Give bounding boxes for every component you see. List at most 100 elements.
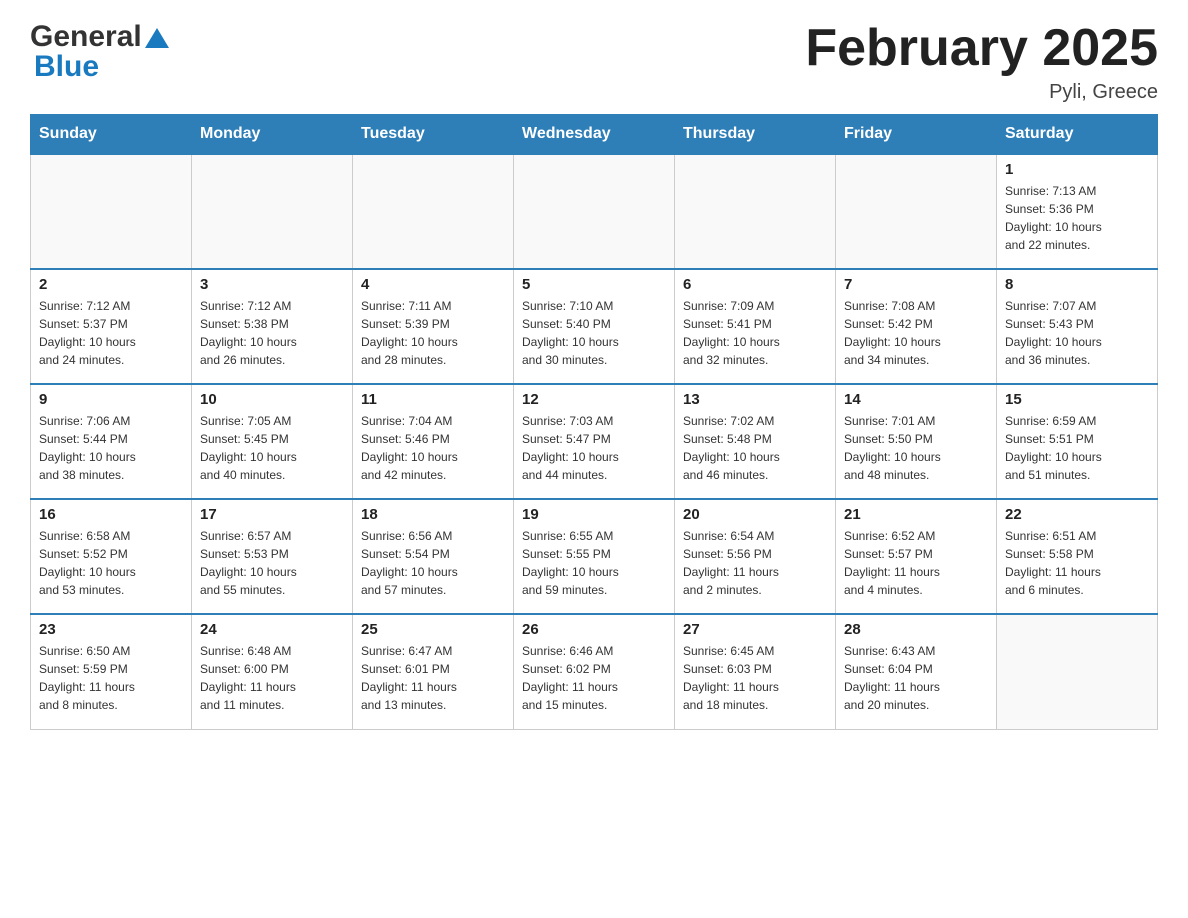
day-info: Sunrise: 7:06 AM Sunset: 5:44 PM Dayligh… [39, 412, 183, 484]
day-info: Sunrise: 6:55 AM Sunset: 5:55 PM Dayligh… [522, 527, 666, 599]
day-number: 14 [844, 391, 988, 408]
calendar-week-row: 16 Sunrise: 6:58 AM Sunset: 5:52 PM Dayli… [31, 499, 1158, 614]
day-number: 13 [683, 391, 827, 408]
day-of-week-header: Tuesday [353, 115, 514, 155]
day-number: 11 [361, 391, 505, 408]
calendar-cell: 25 Sunrise: 6:47 AM Sunset: 6:01 PM Dayli… [353, 614, 514, 729]
calendar-cell [514, 154, 675, 269]
day-info: Sunrise: 7:12 AM Sunset: 5:38 PM Dayligh… [200, 297, 344, 369]
day-number: 1 [1005, 161, 1149, 178]
calendar-week-row: 1 Sunrise: 7:13 AM Sunset: 5:36 PM Daylig… [31, 154, 1158, 269]
calendar-cell [836, 154, 997, 269]
day-number: 17 [200, 506, 344, 523]
calendar-cell: 5 Sunrise: 7:10 AM Sunset: 5:40 PM Daylig… [514, 269, 675, 384]
day-number: 28 [844, 621, 988, 638]
day-info: Sunrise: 6:59 AM Sunset: 5:51 PM Dayligh… [1005, 412, 1149, 484]
day-of-week-header: Sunday [31, 115, 192, 155]
day-info: Sunrise: 6:43 AM Sunset: 6:04 PM Dayligh… [844, 642, 988, 714]
day-number: 9 [39, 391, 183, 408]
day-number: 6 [683, 276, 827, 293]
calendar-cell: 28 Sunrise: 6:43 AM Sunset: 6:04 PM Dayli… [836, 614, 997, 729]
day-number: 23 [39, 621, 183, 638]
calendar-header-row: SundayMondayTuesdayWednesdayThursdayFrid… [31, 115, 1158, 155]
day-of-week-header: Wednesday [514, 115, 675, 155]
calendar-cell: 24Sunrise: 6:48 AM Sunset: 6:00 PM Dayli… [192, 614, 353, 729]
calendar-cell: 11 Sunrise: 7:04 AM Sunset: 5:46 PM Dayli… [353, 384, 514, 499]
calendar-week-row: 9 Sunrise: 7:06 AM Sunset: 5:44 PM Daylig… [31, 384, 1158, 499]
calendar-cell: 26Sunrise: 6:46 AM Sunset: 6:02 PM Dayli… [514, 614, 675, 729]
day-number: 19 [522, 506, 666, 523]
day-info: Sunrise: 7:02 AM Sunset: 5:48 PM Dayligh… [683, 412, 827, 484]
day-info: Sunrise: 6:52 AM Sunset: 5:57 PM Dayligh… [844, 527, 988, 599]
day-number: 18 [361, 506, 505, 523]
day-info: Sunrise: 7:08 AM Sunset: 5:42 PM Dayligh… [844, 297, 988, 369]
logo: General Blue [30, 20, 169, 84]
calendar-cell: 2Sunrise: 7:12 AM Sunset: 5:37 PM Daylig… [31, 269, 192, 384]
day-info: Sunrise: 7:10 AM Sunset: 5:40 PM Dayligh… [522, 297, 666, 369]
day-info: Sunrise: 7:12 AM Sunset: 5:37 PM Dayligh… [39, 297, 183, 369]
calendar-cell: 4 Sunrise: 7:11 AM Sunset: 5:39 PM Daylig… [353, 269, 514, 384]
calendar-cell: 6 Sunrise: 7:09 AM Sunset: 5:41 PM Daylig… [675, 269, 836, 384]
page-header: General Blue February 2025 Pyli, Greece [30, 20, 1158, 104]
calendar-cell: 16 Sunrise: 6:58 AM Sunset: 5:52 PM Dayli… [31, 499, 192, 614]
day-number: 24 [200, 621, 344, 638]
day-number: 10 [200, 391, 344, 408]
day-number: 25 [361, 621, 505, 638]
calendar-cell: 22 Sunrise: 6:51 AM Sunset: 5:58 PM Dayli… [997, 499, 1158, 614]
day-info: Sunrise: 7:11 AM Sunset: 5:39 PM Dayligh… [361, 297, 505, 369]
day-number: 22 [1005, 506, 1149, 523]
calendar-cell: 1 Sunrise: 7:13 AM Sunset: 5:36 PM Daylig… [997, 154, 1158, 269]
calendar-cell: 9 Sunrise: 7:06 AM Sunset: 5:44 PM Daylig… [31, 384, 192, 499]
calendar-cell: 20 Sunrise: 6:54 AM Sunset: 5:56 PM Dayli… [675, 499, 836, 614]
title-block: February 2025 Pyli, Greece [805, 20, 1158, 104]
day-info: Sunrise: 7:05 AM Sunset: 5:45 PM Dayligh… [200, 412, 344, 484]
day-of-week-header: Thursday [675, 115, 836, 155]
day-info: Sunrise: 6:47 AM Sunset: 6:01 PM Dayligh… [361, 642, 505, 714]
day-number: 8 [1005, 276, 1149, 293]
calendar-cell: 3 Sunrise: 7:12 AM Sunset: 5:38 PM Daylig… [192, 269, 353, 384]
day-info: Sunrise: 6:45 AM Sunset: 6:03 PM Dayligh… [683, 642, 827, 714]
day-info: Sunrise: 6:58 AM Sunset: 5:52 PM Dayligh… [39, 527, 183, 599]
calendar-week-row: 2Sunrise: 7:12 AM Sunset: 5:37 PM Daylig… [31, 269, 1158, 384]
day-info: Sunrise: 7:03 AM Sunset: 5:47 PM Dayligh… [522, 412, 666, 484]
day-info: Sunrise: 7:04 AM Sunset: 5:46 PM Dayligh… [361, 412, 505, 484]
day-number: 15 [1005, 391, 1149, 408]
day-info: Sunrise: 7:07 AM Sunset: 5:43 PM Dayligh… [1005, 297, 1149, 369]
calendar-cell [997, 614, 1158, 729]
day-of-week-header: Friday [836, 115, 997, 155]
day-of-week-header: Saturday [997, 115, 1158, 155]
day-number: 5 [522, 276, 666, 293]
day-info: Sunrise: 6:51 AM Sunset: 5:58 PM Dayligh… [1005, 527, 1149, 599]
day-info: Sunrise: 6:56 AM Sunset: 5:54 PM Dayligh… [361, 527, 505, 599]
day-info: Sunrise: 6:54 AM Sunset: 5:56 PM Dayligh… [683, 527, 827, 599]
day-info: Sunrise: 7:13 AM Sunset: 5:36 PM Dayligh… [1005, 182, 1149, 254]
day-number: 7 [844, 276, 988, 293]
calendar-cell [31, 154, 192, 269]
month-title: February 2025 [805, 20, 1158, 77]
day-number: 20 [683, 506, 827, 523]
day-number: 4 [361, 276, 505, 293]
day-number: 26 [522, 621, 666, 638]
calendar-cell: 23 Sunrise: 6:50 AM Sunset: 5:59 PM Dayli… [31, 614, 192, 729]
calendar-cell: 21Sunrise: 6:52 AM Sunset: 5:57 PM Dayli… [836, 499, 997, 614]
calendar-cell: 8 Sunrise: 7:07 AM Sunset: 5:43 PM Daylig… [997, 269, 1158, 384]
day-number: 3 [200, 276, 344, 293]
calendar-week-row: 23 Sunrise: 6:50 AM Sunset: 5:59 PM Dayli… [31, 614, 1158, 729]
day-number: 16 [39, 506, 183, 523]
day-info: Sunrise: 6:57 AM Sunset: 5:53 PM Dayligh… [200, 527, 344, 599]
calendar-cell: 19 Sunrise: 6:55 AM Sunset: 5:55 PM Dayli… [514, 499, 675, 614]
day-of-week-header: Monday [192, 115, 353, 155]
calendar-cell: 7 Sunrise: 7:08 AM Sunset: 5:42 PM Daylig… [836, 269, 997, 384]
calendar-cell: 27Sunrise: 6:45 AM Sunset: 6:03 PM Dayli… [675, 614, 836, 729]
location-label: Pyli, Greece [805, 81, 1158, 104]
day-info: Sunrise: 7:09 AM Sunset: 5:41 PM Dayligh… [683, 297, 827, 369]
calendar-cell: 14 Sunrise: 7:01 AM Sunset: 5:50 PM Dayli… [836, 384, 997, 499]
logo-blue-text: Blue [30, 50, 99, 84]
calendar-cell: 18 Sunrise: 6:56 AM Sunset: 5:54 PM Dayli… [353, 499, 514, 614]
calendar-cell: 17 Sunrise: 6:57 AM Sunset: 5:53 PM Dayli… [192, 499, 353, 614]
day-number: 12 [522, 391, 666, 408]
day-info: Sunrise: 6:50 AM Sunset: 5:59 PM Dayligh… [39, 642, 183, 714]
logo-general-text: General [30, 20, 142, 54]
calendar-cell: 12 Sunrise: 7:03 AM Sunset: 5:47 PM Dayli… [514, 384, 675, 499]
day-info: Sunrise: 7:01 AM Sunset: 5:50 PM Dayligh… [844, 412, 988, 484]
